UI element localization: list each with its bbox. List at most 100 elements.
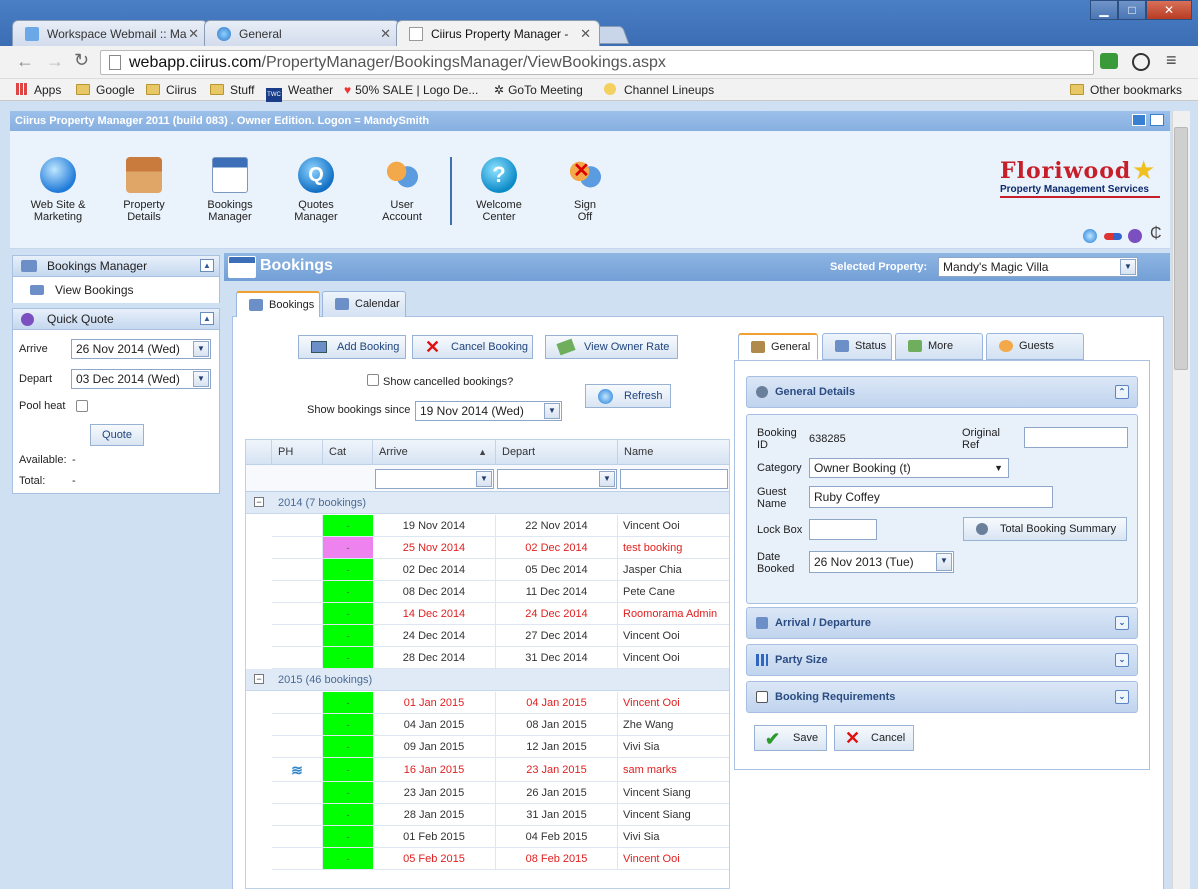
chevron-down-icon[interactable]: ▼	[544, 403, 560, 419]
table-row[interactable]: -01 Feb 2015 04 Feb 2015 Vivi Sia	[272, 826, 729, 848]
bookmark-apps[interactable]: Apps	[16, 82, 61, 98]
nav-welcome-center[interactable]: ? Welcome Center	[459, 157, 539, 223]
name-filter[interactable]	[620, 469, 728, 489]
sidebar-item-view-bookings[interactable]: View Bookings	[12, 277, 220, 303]
quote-button[interactable]: Quote	[90, 424, 144, 446]
back-icon[interactable]: ←	[16, 51, 34, 72]
chevron-down-icon[interactable]: ▼	[193, 371, 209, 387]
layout-toggle-icon[interactable]	[1150, 114, 1164, 126]
extension-icon[interactable]	[1132, 53, 1150, 71]
bookmark-google[interactable]: Google	[76, 82, 135, 98]
bookings-manager-panel-header[interactable]: Bookings Manager ▲	[12, 255, 220, 277]
grid-header-ph[interactable]: PH	[272, 440, 323, 465]
tab-more-info[interactable]: More Info	[895, 333, 983, 377]
grid-header-arrive[interactable]: Arrive ▲	[373, 440, 496, 465]
table-row[interactable]: ≋ -16 Jan 2015 23 Jan 2015 sam marks	[272, 758, 729, 782]
selected-property-select[interactable]: Mandy's Magic Villa ▼	[938, 257, 1138, 277]
table-row[interactable]: -14 Dec 2014 24 Dec 2014 Roomorama Admin	[272, 603, 729, 625]
close-tab-icon[interactable]: ✕	[580, 21, 591, 46]
close-tab-icon[interactable]: ✕	[380, 21, 391, 46]
maximize-window-button[interactable]: □	[1118, 0, 1146, 20]
scrollbar-thumb[interactable]	[1174, 127, 1188, 370]
tab-guests[interactable]: Guests (0/0)	[986, 333, 1084, 377]
original-ref-input[interactable]	[1024, 427, 1128, 448]
chevron-down-icon[interactable]: ▼	[1120, 259, 1136, 275]
table-row[interactable]: -09 Jan 2015 12 Jan 2015 Vivi Sia	[272, 736, 729, 758]
table-row[interactable]: -19 Nov 2014 22 Nov 2014 Vincent Ooi	[272, 515, 729, 537]
chevron-down-icon[interactable]: ▼	[476, 471, 492, 487]
chevron-down-icon[interactable]: ▼	[994, 459, 1003, 477]
nav-bookings-manager[interactable]: Bookings Manager	[190, 157, 270, 223]
collapse-icon[interactable]: ⌃	[1115, 385, 1129, 399]
lock-box-input[interactable]	[809, 519, 877, 540]
bookmark-stuff[interactable]: Stuff	[210, 82, 254, 98]
grid-header-depart[interactable]: Depart	[496, 440, 618, 465]
expand-icon[interactable]: ⌄	[1115, 616, 1129, 630]
browser-tab-ciirus[interactable]: Ciirus Property Manager - ✕	[396, 20, 600, 46]
bookmark-ciirus[interactable]: Ciirus	[146, 82, 197, 98]
tab-status[interactable]: Status	[822, 333, 892, 360]
reload-icon[interactable]: ↻	[74, 50, 89, 71]
currency-exchange-icon[interactable]	[1104, 233, 1122, 240]
minimize-window-button[interactable]: ▁	[1090, 0, 1118, 20]
grid-header-cat[interactable]: Cat	[323, 440, 373, 465]
browser-tab-webmail[interactable]: Workspace Webmail :: Ma ✕	[12, 20, 208, 46]
show-since-select[interactable]: 19 Nov 2014 (Wed) ▼	[415, 401, 562, 421]
browser-tab-general[interactable]: General ✕	[204, 20, 400, 46]
expand-icon[interactable]: ⌄	[1115, 653, 1129, 667]
chevron-down-icon[interactable]: ▼	[193, 341, 209, 357]
bookmark-gotomeeting[interactable]: ✲ GoTo Meeting	[494, 82, 583, 98]
depart-filter[interactable]: ▼	[497, 469, 617, 489]
expand-icon[interactable]: ⌄	[1115, 690, 1129, 704]
nav-website-marketing[interactable]: Web Site & Marketing	[18, 157, 98, 223]
show-cancelled-checkbox[interactable]	[367, 374, 379, 386]
collapse-group-icon[interactable]: −	[254, 497, 264, 507]
globe-small-icon[interactable]	[1083, 229, 1097, 243]
nav-quotes-manager[interactable]: Q Quotes Manager	[276, 157, 356, 223]
menu-icon[interactable]: ≡	[1166, 50, 1177, 71]
quick-quote-panel-header[interactable]: Quick Quote ▲	[12, 308, 220, 330]
collapse-group-icon[interactable]: −	[254, 674, 264, 684]
collapse-icon[interactable]: ▲	[200, 259, 214, 272]
quote-small-icon[interactable]	[1128, 229, 1142, 243]
cancel-button[interactable]: ✕ Cancel	[834, 725, 914, 751]
group-row[interactable]: − 2015 (46 bookings)	[246, 669, 729, 691]
table-row[interactable]: -23 Jan 2015 26 Jan 2015 Vincent Siang	[272, 782, 729, 804]
address-bar[interactable]: webapp.ciirus.com/PropertyManager/Bookin…	[100, 50, 1094, 75]
nav-property-details[interactable]: Property Details	[104, 157, 184, 223]
table-row[interactable]: -25 Nov 2014 02 Dec 2014 test booking	[272, 537, 729, 559]
arrive-filter[interactable]: ▼	[375, 469, 494, 489]
table-row[interactable]: -05 Feb 2015 08 Feb 2015 Vincent Ooi	[272, 848, 729, 870]
table-row[interactable]: -01 Jan 2015 04 Jan 2015 Vincent Ooi	[272, 692, 729, 714]
table-row[interactable]: -02 Dec 2014 05 Dec 2014 Jasper Chia	[272, 559, 729, 581]
tab-bookings[interactable]: Bookings	[236, 291, 320, 318]
general-details-header[interactable]: General Details ⌃	[746, 376, 1138, 408]
tab-calendar[interactable]: Calendar	[322, 291, 406, 318]
view-owner-rate-button[interactable]: View Owner Rate	[545, 335, 678, 359]
table-row[interactable]: -28 Dec 2014 31 Dec 2014 Vincent Ooi	[272, 647, 729, 669]
extension-icon[interactable]	[1100, 53, 1118, 69]
add-booking-button[interactable]: Add Booking	[298, 335, 406, 359]
bookmark-logo-sale[interactable]: ♥ 50% SALE | Logo De...	[344, 82, 478, 98]
party-size-header[interactable]: Party Size ⌄	[746, 644, 1138, 676]
arrival-departure-header[interactable]: Arrival / Departure ⌄	[746, 607, 1138, 639]
arrive-date-select[interactable]: 26 Nov 2014 (Wed) ▼	[71, 339, 211, 359]
forward-icon[interactable]: →	[46, 51, 64, 72]
collapse-icon[interactable]: ▲	[200, 312, 214, 325]
booking-requirements-header[interactable]: Booking Requirements ⌄	[746, 681, 1138, 713]
nav-sign-off[interactable]: ✕ Sign Off	[545, 157, 625, 223]
close-tab-icon[interactable]: ✕	[188, 21, 199, 46]
close-window-button[interactable]: ✕	[1146, 0, 1192, 20]
bookmark-channel-lineups[interactable]: Channel Lineups	[604, 82, 714, 98]
save-button[interactable]: ✔ Save	[754, 725, 827, 751]
category-select[interactable]: Owner Booking (t) ▼	[809, 458, 1009, 478]
table-row[interactable]: -04 Jan 2015 08 Jan 2015 Zhe Wang	[272, 714, 729, 736]
nav-user-account[interactable]: User Account	[362, 157, 442, 223]
guest-name-input[interactable]: Ruby Coffey	[809, 486, 1053, 508]
table-row[interactable]: -28 Jan 2015 31 Jan 2015 Vincent Siang	[272, 804, 729, 826]
cancel-booking-button[interactable]: ✕ Cancel Booking	[412, 335, 533, 359]
currency-icon[interactable]: ₵	[1150, 225, 1162, 243]
tab-general[interactable]: General	[738, 333, 818, 360]
refresh-button[interactable]: Refresh	[585, 384, 671, 408]
pool-heat-checkbox[interactable]	[76, 400, 88, 412]
